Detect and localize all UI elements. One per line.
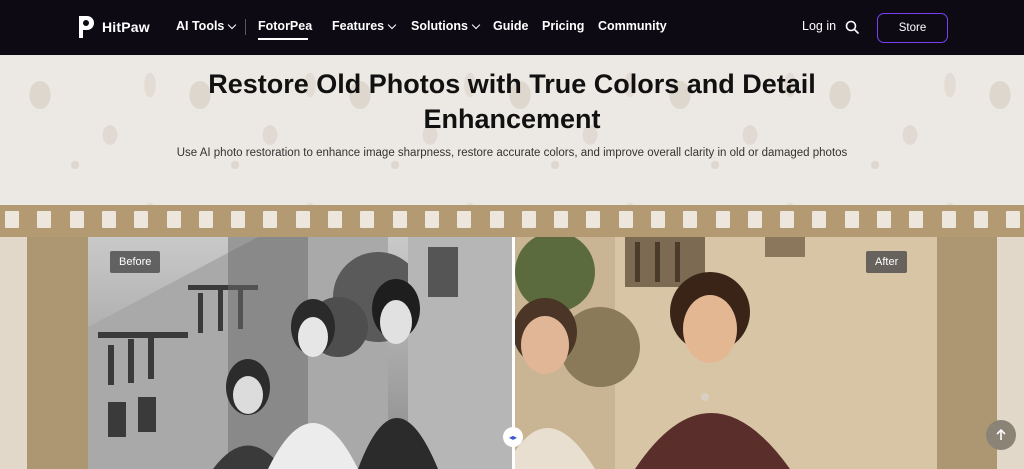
film-sprocket-hole (102, 211, 116, 228)
brand-logo[interactable]: HitPaw (76, 14, 150, 40)
nav-fotorpea-label: FotorPea (258, 19, 313, 33)
film-sprocket-hole (328, 211, 342, 228)
film-sprocket-hole (1006, 211, 1020, 228)
nav-solutions-label: Solutions (411, 19, 468, 33)
film-sprocket-hole (134, 211, 148, 228)
nav-fotorpea[interactable]: FotorPea (258, 19, 312, 33)
nav-community[interactable]: Community (598, 19, 667, 33)
nav-ai-tools-label: AI Tools (176, 19, 225, 33)
nav-pricing[interactable]: Pricing (542, 19, 584, 33)
film-sprocket-hole (296, 211, 310, 228)
nav-pricing-label: Pricing (542, 19, 585, 33)
film-sprocket-hole (974, 211, 988, 228)
hero-section: Restore Old Photos with True Colors and … (0, 55, 1024, 205)
film-sprocket-hole (199, 211, 213, 228)
chevron-down-icon (387, 20, 397, 29)
film-sprocket-hole (716, 211, 730, 228)
film-sprocket-hole (167, 211, 181, 228)
film-sprocket-hole (619, 211, 633, 228)
nav-divider (245, 19, 246, 35)
search-icon[interactable] (845, 20, 859, 34)
film-sprocket-hole (393, 211, 407, 228)
nav-solutions[interactable]: Solutions (411, 19, 481, 33)
scroll-to-top-button[interactable] (986, 420, 1016, 450)
chevron-down-icon (471, 20, 481, 29)
film-sprocket-hole (780, 211, 794, 228)
film-sprocket-hole (37, 211, 51, 228)
film-sprocket-hole (457, 211, 471, 228)
nav-ai-tools[interactable]: AI Tools (176, 19, 237, 33)
nav-guide[interactable]: Guide (493, 19, 528, 33)
film-sprocket-hole (845, 211, 859, 228)
page-title: Restore Old Photos with True Colors and … (208, 69, 816, 134)
top-navigation: HitPaw AI Tools FotorPea Features Soluti… (0, 0, 1024, 55)
film-sprocket-hole (263, 211, 277, 228)
film-sprocket-hole (748, 211, 762, 228)
arrow-up-icon (996, 428, 1006, 440)
film-sprocket-hole (5, 211, 19, 228)
before-badge: Before (110, 251, 161, 273)
film-strip-left-edge (0, 237, 27, 469)
film-sprocket-hole (360, 211, 374, 228)
comparison-slider-handle[interactable]: ◂▸ (503, 427, 523, 447)
nav-community-label: Community (598, 19, 667, 33)
film-sprocket-hole (683, 211, 697, 228)
film-sprocket-hole (70, 211, 84, 228)
active-tab-underline (258, 38, 308, 40)
hitpaw-logo-icon (79, 16, 94, 38)
film-sprocket-hole (425, 211, 439, 228)
film-sprocket-hole (909, 211, 923, 228)
after-badge: After (866, 251, 908, 273)
film-sprocket-hole (522, 211, 536, 228)
film-sprocket-hole (651, 211, 665, 228)
nav-features[interactable]: Features (332, 19, 397, 33)
film-sprocket-hole (554, 211, 568, 228)
film-strip-top (0, 205, 1024, 237)
page-subtitle: Use AI photo restoration to enhance imag… (176, 147, 848, 159)
nav-guide-label: Guide (493, 19, 529, 33)
brand-name: HitPaw (102, 19, 150, 35)
film-sprocket-hole (812, 211, 826, 228)
login-link[interactable]: Log in (802, 19, 836, 33)
film-sprocket-hole (490, 211, 504, 228)
store-button[interactable]: Store (877, 13, 948, 43)
nav-features-label: Features (332, 19, 385, 33)
chevron-down-icon (228, 20, 237, 29)
film-sprocket-hole (586, 211, 600, 228)
film-sprocket-hole (231, 211, 245, 228)
film-sprocket-hole (877, 211, 891, 228)
film-sprocket-hole (942, 211, 956, 228)
